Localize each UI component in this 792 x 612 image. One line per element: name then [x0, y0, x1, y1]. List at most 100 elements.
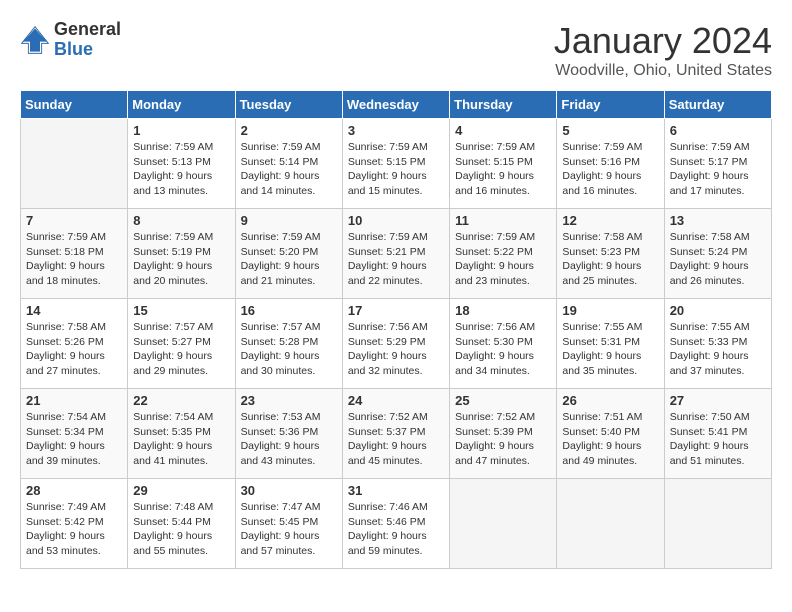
- day-number: 12: [562, 213, 658, 228]
- calendar-cell: 21Sunrise: 7:54 AMSunset: 5:34 PMDayligh…: [21, 389, 128, 479]
- calendar-cell: [450, 479, 557, 569]
- calendar-cell: 6Sunrise: 7:59 AMSunset: 5:17 PMDaylight…: [664, 119, 771, 209]
- day-info: Sunrise: 7:51 AMSunset: 5:40 PMDaylight:…: [562, 410, 658, 469]
- day-number: 26: [562, 393, 658, 408]
- day-number: 27: [670, 393, 766, 408]
- day-info: Sunrise: 7:59 AMSunset: 5:17 PMDaylight:…: [670, 140, 766, 199]
- calendar-cell: 16 Sunrise: 7:57 AMSunset: 5:28 PMDayligh…: [235, 299, 342, 389]
- header-row: SundayMondayTuesdayWednesdayThursdayFrid…: [21, 91, 772, 119]
- week-row-3: 14Sunrise: 7:58 AMSunset: 5:26 PMDayligh…: [21, 299, 772, 389]
- calendar-cell: 7 Sunrise: 7:59 AMSunset: 5:18 PMDaylight…: [21, 209, 128, 299]
- header-cell-friday: Friday: [557, 91, 664, 119]
- day-info: Sunrise: 7:56 AMSunset: 5:30 PMDaylight:…: [455, 320, 551, 379]
- day-info: Sunrise: 7:55 AMSunset: 5:31 PMDaylight:…: [562, 320, 658, 379]
- day-info: Sunrise: 7:57 AMSunset: 5:27 PMDaylight:…: [133, 320, 229, 379]
- week-row-1: 1 Sunrise: 7:59 AMSunset: 5:13 PMDaylight…: [21, 119, 772, 209]
- day-info: Sunrise: 7:49 AMSunset: 5:42 PMDaylight:…: [26, 500, 122, 559]
- calendar-cell: 25 Sunrise: 7:52 AMSunset: 5:39 PMDayligh…: [450, 389, 557, 479]
- day-info: Sunrise: 7:52 AMSunset: 5:39 PMDaylight:…: [455, 410, 551, 469]
- day-info: Sunrise: 7:59 AMSunset: 5:14 PMDaylight:…: [241, 140, 337, 199]
- logo-text: General Blue: [54, 20, 121, 60]
- day-info: Sunrise: 7:54 AMSunset: 5:35 PMDaylight:…: [133, 410, 229, 469]
- day-info: Sunrise: 7:59 AMSunset: 5:15 PMDaylight:…: [348, 140, 444, 199]
- header-cell-sunday: Sunday: [21, 91, 128, 119]
- day-number: 20: [670, 303, 766, 318]
- calendar-cell: 24 Sunrise: 7:52 AMSunset: 5:37 PMDayligh…: [342, 389, 449, 479]
- day-number: 15: [133, 303, 229, 318]
- day-info: Sunrise: 7:55 AMSunset: 5:33 PMDaylight:…: [670, 320, 766, 379]
- day-number: 28: [26, 483, 122, 498]
- header-cell-thursday: Thursday: [450, 91, 557, 119]
- day-number: 4: [455, 123, 551, 138]
- header-cell-monday: Monday: [128, 91, 235, 119]
- calendar-cell: 29Sunrise: 7:48 AMSunset: 5:44 PMDayligh…: [128, 479, 235, 569]
- calendar-cell: [664, 479, 771, 569]
- day-info: Sunrise: 7:53 AMSunset: 5:36 PMDaylight:…: [241, 410, 337, 469]
- logo: General Blue: [20, 20, 121, 60]
- day-number: 10: [348, 213, 444, 228]
- calendar-cell: 2 Sunrise: 7:59 AMSunset: 5:14 PMDaylight…: [235, 119, 342, 209]
- day-info: Sunrise: 7:46 AMSunset: 5:46 PMDaylight:…: [348, 500, 444, 559]
- day-number: 21: [26, 393, 122, 408]
- day-number: 9: [241, 213, 337, 228]
- day-number: 18: [455, 303, 551, 318]
- logo-general: General: [54, 20, 121, 40]
- week-row-5: 28 Sunrise: 7:49 AMSunset: 5:42 PMDayligh…: [21, 479, 772, 569]
- calendar-table: SundayMondayTuesdayWednesdayThursdayFrid…: [20, 90, 772, 569]
- calendar-cell: 5Sunrise: 7:59 AMSunset: 5:16 PMDaylight…: [557, 119, 664, 209]
- week-row-2: 7 Sunrise: 7:59 AMSunset: 5:18 PMDaylight…: [21, 209, 772, 299]
- title-area: January 2024 Woodville, Ohio, United Sta…: [554, 20, 772, 80]
- day-info: Sunrise: 7:59 AMSunset: 5:13 PMDaylight:…: [133, 140, 229, 199]
- day-info: Sunrise: 7:57 AMSunset: 5:28 PMDaylight:…: [241, 320, 337, 379]
- calendar-cell: 3 Sunrise: 7:59 AMSunset: 5:15 PMDaylight…: [342, 119, 449, 209]
- day-number: 23: [241, 393, 337, 408]
- day-info: Sunrise: 7:59 AMSunset: 5:22 PMDaylight:…: [455, 230, 551, 289]
- day-number: 8: [133, 213, 229, 228]
- day-number: 11: [455, 213, 551, 228]
- day-info: Sunrise: 7:59 AMSunset: 5:18 PMDaylight:…: [26, 230, 122, 289]
- calendar-cell: 8Sunrise: 7:59 AMSunset: 5:19 PMDaylight…: [128, 209, 235, 299]
- day-info: Sunrise: 7:56 AMSunset: 5:29 PMDaylight:…: [348, 320, 444, 379]
- day-info: Sunrise: 7:50 AMSunset: 5:41 PMDaylight:…: [670, 410, 766, 469]
- day-info: Sunrise: 7:58 AMSunset: 5:23 PMDaylight:…: [562, 230, 658, 289]
- day-number: 25: [455, 393, 551, 408]
- calendar-cell: 14Sunrise: 7:58 AMSunset: 5:26 PMDayligh…: [21, 299, 128, 389]
- calendar-cell: 15 Sunrise: 7:57 AMSunset: 5:27 PMDayligh…: [128, 299, 235, 389]
- logo-blue: Blue: [54, 40, 121, 60]
- day-number: 19: [562, 303, 658, 318]
- logo-icon: [20, 25, 50, 55]
- day-info: Sunrise: 7:59 AMSunset: 5:21 PMDaylight:…: [348, 230, 444, 289]
- day-number: 16: [241, 303, 337, 318]
- day-number: 3: [348, 123, 444, 138]
- calendar-cell: 27 Sunrise: 7:50 AMSunset: 5:41 PMDayligh…: [664, 389, 771, 479]
- calendar-cell: 30 Sunrise: 7:47 AMSunset: 5:45 PMDayligh…: [235, 479, 342, 569]
- calendar-title: January 2024: [554, 20, 772, 62]
- calendar-cell: 4Sunrise: 7:59 AMSunset: 5:15 PMDaylight…: [450, 119, 557, 209]
- day-number: 7: [26, 213, 122, 228]
- day-number: 24: [348, 393, 444, 408]
- calendar-cell: 9 Sunrise: 7:59 AMSunset: 5:20 PMDaylight…: [235, 209, 342, 299]
- calendar-cell: 11 Sunrise: 7:59 AMSunset: 5:22 PMDayligh…: [450, 209, 557, 299]
- day-info: Sunrise: 7:52 AMSunset: 5:37 PMDaylight:…: [348, 410, 444, 469]
- day-info: Sunrise: 7:48 AMSunset: 5:44 PMDaylight:…: [133, 500, 229, 559]
- day-number: 1: [133, 123, 229, 138]
- day-number: 2: [241, 123, 337, 138]
- day-info: Sunrise: 7:47 AMSunset: 5:45 PMDaylight:…: [241, 500, 337, 559]
- calendar-cell: 17 Sunrise: 7:56 AMSunset: 5:29 PMDayligh…: [342, 299, 449, 389]
- calendar-cell: 28 Sunrise: 7:49 AMSunset: 5:42 PMDayligh…: [21, 479, 128, 569]
- calendar-cell: 10 Sunrise: 7:59 AMSunset: 5:21 PMDayligh…: [342, 209, 449, 299]
- calendar-cell: 18 Sunrise: 7:56 AMSunset: 5:30 PMDayligh…: [450, 299, 557, 389]
- day-number: 5: [562, 123, 658, 138]
- calendar-cell: 19 Sunrise: 7:55 AMSunset: 5:31 PMDayligh…: [557, 299, 664, 389]
- calendar-cell: 23 Sunrise: 7:53 AMSunset: 5:36 PMDayligh…: [235, 389, 342, 479]
- calendar-cell: 1 Sunrise: 7:59 AMSunset: 5:13 PMDaylight…: [128, 119, 235, 209]
- header: General Blue January 2024 Woodville, Ohi…: [20, 20, 772, 80]
- day-number: 30: [241, 483, 337, 498]
- calendar-cell: [557, 479, 664, 569]
- day-info: Sunrise: 7:58 AMSunset: 5:26 PMDaylight:…: [26, 320, 122, 379]
- day-number: 17: [348, 303, 444, 318]
- day-info: Sunrise: 7:59 AMSunset: 5:20 PMDaylight:…: [241, 230, 337, 289]
- calendar-cell: [21, 119, 128, 209]
- calendar-cell: 31Sunrise: 7:46 AMSunset: 5:46 PMDayligh…: [342, 479, 449, 569]
- calendar-cell: 20 Sunrise: 7:55 AMSunset: 5:33 PMDayligh…: [664, 299, 771, 389]
